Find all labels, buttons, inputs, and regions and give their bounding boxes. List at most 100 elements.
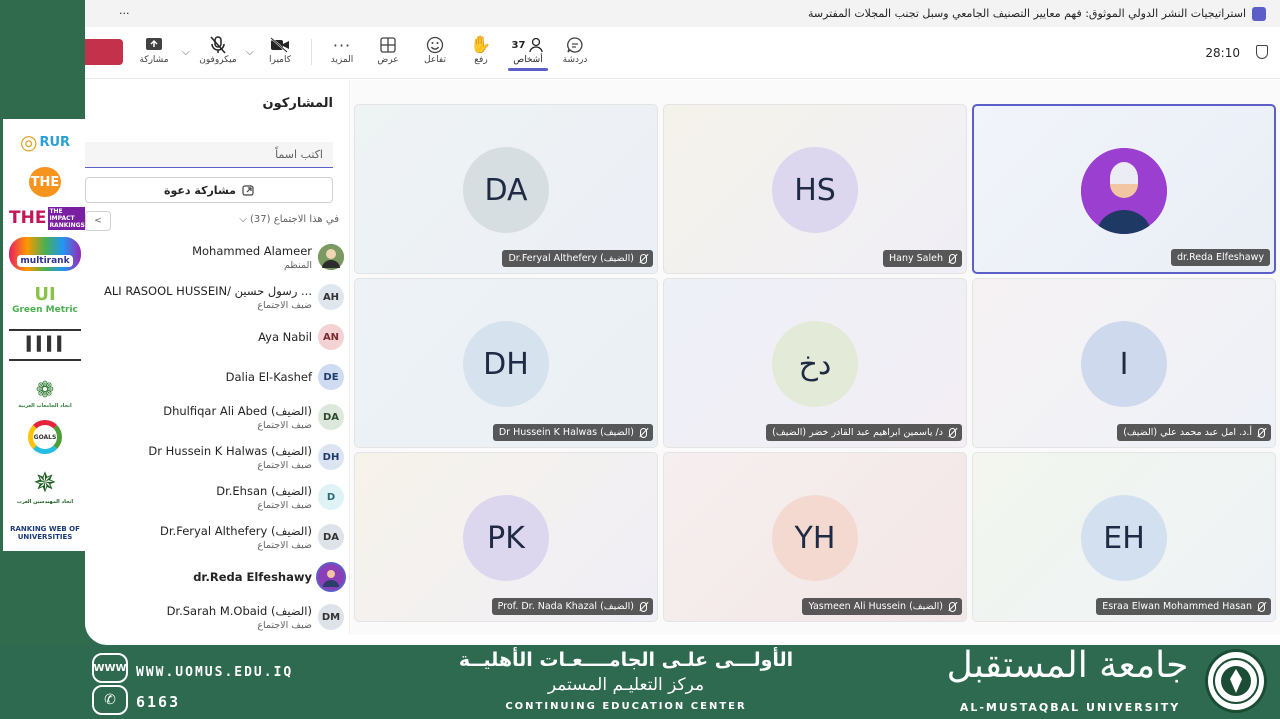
participant-row[interactable]: DA Dhulfiqar Ali Abed (الضيف) ضيف الاجتم… bbox=[85, 400, 350, 440]
tile-name: Dr Hussein K Halwas (الضيف) bbox=[498, 427, 634, 438]
participant-row[interactable]: DM Dr.Sarah M.Obaid (الضيف) ضيف الاجتماع bbox=[85, 600, 350, 640]
chat-icon bbox=[566, 35, 584, 55]
participant-row[interactable]: DH Dr Hussein K Halwas (الضيف) ضيف الاجت… bbox=[85, 440, 350, 480]
institution-logo: ΙΙΙΙ bbox=[9, 329, 81, 361]
mic-label: ميكروفون bbox=[199, 55, 237, 65]
tile-name: Yasmeen Ali Hussein (الضيف) bbox=[808, 601, 943, 612]
participant-row[interactable]: AN Aya Nabil bbox=[85, 320, 350, 360]
participant-name: Dr Hussein K Halwas (الضيف) bbox=[148, 444, 312, 458]
tile-name: أ.د. امل عبد محمد علي (الضيف) bbox=[1123, 427, 1252, 438]
camera-button[interactable]: كاميرا bbox=[259, 35, 301, 65]
smiley-icon bbox=[426, 35, 444, 55]
chat-button[interactable]: دردشة bbox=[554, 35, 596, 65]
participant-name: Dr.Ehsan (الضيف) bbox=[216, 484, 312, 498]
section-label: في هذا الاجتماع (37) bbox=[250, 214, 339, 225]
video-tile[interactable]: DH Dr Hussein K Halwas (الضيف) bbox=[354, 278, 658, 448]
video-tile[interactable]: DA Dr.Feryal Althefery (الضيف) bbox=[354, 104, 658, 274]
website-icon: WWW bbox=[92, 653, 128, 683]
mic-button[interactable]: ميكروفون bbox=[197, 35, 239, 65]
avatar: EH bbox=[1081, 495, 1167, 581]
hand-icon: ✋ bbox=[470, 35, 492, 55]
university-seal-logo bbox=[1205, 649, 1267, 713]
university-name-ar: جامعة المستقبل bbox=[946, 645, 1189, 686]
panel-title: المشاركون bbox=[262, 96, 333, 111]
more-button[interactable]: ··· المزيد bbox=[321, 35, 363, 66]
participants-panel: المشاركون اكتب اسماً مشاركة دعوة < في هذ… bbox=[85, 80, 350, 635]
more-icon: ··· bbox=[332, 35, 352, 55]
mic-off-icon bbox=[1258, 427, 1265, 438]
shield-icon bbox=[1256, 45, 1268, 59]
video-tile[interactable]: dr.Reda Elfeshawy bbox=[972, 104, 1276, 274]
people-count: 37 bbox=[511, 39, 526, 51]
window-menu-button[interactable]: ··· bbox=[119, 7, 130, 20]
avatar: AH bbox=[318, 284, 344, 310]
invite-label: مشاركة دعوة bbox=[164, 183, 236, 197]
the-impact-logo: THE THE IMPACT RANKINGS bbox=[9, 206, 86, 230]
video-tile[interactable]: I أ.د. امل عبد محمد علي (الضيف) bbox=[972, 278, 1276, 448]
participant-row[interactable]: Mohammed Alameer المنظم bbox=[85, 240, 350, 280]
video-tile[interactable]: دخ د/ ياسمين ابراهيم عبد القادر خضر (الض… bbox=[663, 278, 967, 448]
participant-role: ضيف الاجتماع bbox=[257, 540, 312, 551]
tile-label: د/ ياسمين ابراهيم عبد القادر خضر (الضيف) bbox=[766, 424, 962, 441]
avatar: DH bbox=[318, 444, 344, 470]
camera-off-icon bbox=[270, 35, 290, 55]
participant-name: Dr.Feryal Althefery (الضيف) bbox=[160, 524, 312, 538]
teams-window: ··· استراتيجيات النشر الدولي الموثوق: فه… bbox=[85, 0, 1280, 645]
section-action-button[interactable]: < bbox=[85, 211, 111, 231]
raise-label: رفع bbox=[474, 55, 488, 65]
avatar: AN bbox=[318, 324, 344, 350]
video-tile[interactable]: EH Esraa Elwan Mohammed Hasan bbox=[972, 452, 1276, 622]
multirank-logo: multirank bbox=[9, 237, 81, 271]
share-button[interactable]: مشاركة bbox=[133, 35, 175, 65]
participant-row[interactable]: dr.Reda Elfeshawy bbox=[85, 560, 350, 600]
video-stage: dr.Reda Elfeshawy HS Hany Saleh DA Dr.Fe… bbox=[351, 80, 1280, 635]
tile-label: dr.Reda Elfeshawy bbox=[1171, 249, 1270, 266]
participant-row[interactable]: DE Dalia El-Kashef bbox=[85, 360, 350, 400]
share-invite-button[interactable]: مشاركة دعوة bbox=[85, 177, 333, 203]
chevron-down-icon[interactable]: ⌵ bbox=[182, 47, 190, 58]
participant-row[interactable]: DA Dr.Feryal Althefery (الضيف) ضيف الاجت… bbox=[85, 520, 350, 560]
tile-name: Esraa Elwan Mohammed Hasan bbox=[1102, 601, 1252, 612]
share-label: مشاركة bbox=[139, 55, 169, 65]
center-name-en: CONTINUING EDUCATION CENTER bbox=[505, 701, 747, 712]
leave-button[interactable] bbox=[85, 39, 123, 65]
mic-off-icon bbox=[640, 601, 647, 612]
participant-name: Aya Nabil bbox=[258, 330, 312, 344]
view-button[interactable]: عرض bbox=[367, 35, 409, 65]
participant-row[interactable]: AH ALI RASOOL HUSSEIN/ رسول حسين ... ضيف… bbox=[85, 280, 350, 320]
avatar: DA bbox=[318, 404, 344, 430]
greenmetric-logo: UI Green Metric bbox=[12, 283, 78, 315]
avatar bbox=[318, 244, 344, 270]
view-label: عرض bbox=[377, 55, 399, 65]
video-tile[interactable]: PK Prof. Dr. Nada Khazal (الضيف) bbox=[354, 452, 658, 622]
participant-role: المنظم bbox=[283, 260, 312, 271]
react-button[interactable]: تفاعل bbox=[414, 35, 456, 65]
view-grid-icon bbox=[380, 35, 396, 55]
video-tile[interactable]: YH Yasmeen Ali Hussein (الضيف) bbox=[663, 452, 967, 622]
tile-name: د/ ياسمين ابراهيم عبد القادر خضر (الضيف) bbox=[772, 427, 943, 438]
chevron-down-icon[interactable]: ⌵ bbox=[246, 47, 254, 58]
avatar: DA bbox=[318, 524, 344, 550]
react-label: تفاعل bbox=[424, 55, 446, 65]
avatar: I bbox=[1081, 321, 1167, 407]
avatar: DA bbox=[463, 147, 549, 233]
share-icon bbox=[145, 35, 163, 55]
university-footer: WWW WWW.UOMUS.EDU.IQ ✆ 6163 الأولـــى عل… bbox=[0, 645, 1280, 719]
tile-label: Esraa Elwan Mohammed Hasan bbox=[1096, 598, 1271, 615]
toolbar-divider bbox=[311, 39, 312, 65]
arab-engineers-logo: ✵ اتحاد المهندسين العرب bbox=[16, 465, 74, 505]
people-button[interactable]: 37 أشخاص bbox=[507, 35, 549, 71]
in-meeting-section[interactable]: في هذا الاجتماع (37) ⌵ bbox=[239, 214, 339, 225]
tile-label: أ.د. امل عبد محمد علي (الضيف) bbox=[1117, 424, 1271, 441]
raise-hand-button[interactable]: ✋ رفع bbox=[460, 35, 502, 65]
participant-role: ضيف الاجتماع bbox=[257, 620, 312, 631]
university-name-en: AL-MUSTAQBAL UNIVERSITY bbox=[959, 701, 1181, 714]
participant-name: Mohammed Alameer bbox=[192, 244, 312, 258]
participant-row[interactable]: D Dr.Ehsan (الضيف) ضيف الاجتماع bbox=[85, 480, 350, 520]
chevron-down-icon: ⌵ bbox=[239, 214, 247, 225]
share-icon bbox=[242, 185, 254, 196]
mic-off-icon bbox=[949, 427, 956, 438]
search-input[interactable]: اكتب اسماً bbox=[85, 142, 333, 168]
video-tile[interactable]: HS Hany Saleh bbox=[663, 104, 967, 274]
meeting-timer: 28:10 bbox=[1205, 46, 1240, 60]
